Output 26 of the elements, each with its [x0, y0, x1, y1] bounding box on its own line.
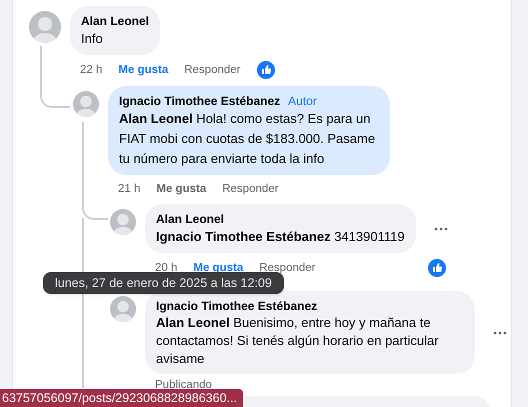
- avatar[interactable]: [29, 11, 61, 43]
- author-name[interactable]: Alan Leonel: [81, 13, 150, 29]
- timestamp-link[interactable]: 22 h: [80, 62, 102, 78]
- comment-text: Info: [81, 30, 104, 48]
- author-name[interactable]: Alan Leonel: [156, 211, 224, 227]
- tooltip: lunes, 27 de enero de 2025 a las 12:09: [43, 272, 284, 294]
- comment-text: Alan Leonel Buenisimo, entre hoy y mañana te contactamos! Si tenés algún horario en particular avisame: [156, 314, 440, 368]
- author-name[interactable]: Ignacio Timothee Estébanez: [119, 93, 280, 109]
- comment-text: Ignacio Timothee Estébanez 3413901119: [156, 228, 405, 246]
- avatar[interactable]: [110, 296, 136, 322]
- reply-link[interactable]: Responder: [184, 62, 240, 78]
- status-bar-url: 63757056097/posts/2923068828986360...: [0, 389, 243, 407]
- like-link[interactable]: Me gusta: [118, 62, 168, 78]
- like-link[interactable]: Me gusta: [156, 181, 206, 197]
- thread-line: [40, 46, 70, 108]
- author-name[interactable]: Ignacio Timothee Estébanez: [156, 298, 318, 314]
- like-reaction-icon: [256, 61, 274, 79]
- avatar[interactable]: [110, 209, 136, 235]
- timestamp-link[interactable]: 21 h: [118, 181, 140, 197]
- author-label: Autor: [288, 93, 317, 109]
- more-options-icon[interactable]: [434, 226, 448, 230]
- reply-link[interactable]: Responder: [222, 181, 278, 197]
- like-reaction-icon: [428, 259, 446, 277]
- avatar[interactable]: [73, 91, 99, 117]
- comment-text: Alan Leonel Hola! como estas? Es para un FIAT mobi con cuotas de $183.000. Pasame tu número para enviarte toda la info: [119, 110, 376, 168]
- more-options-icon[interactable]: [493, 330, 507, 334]
